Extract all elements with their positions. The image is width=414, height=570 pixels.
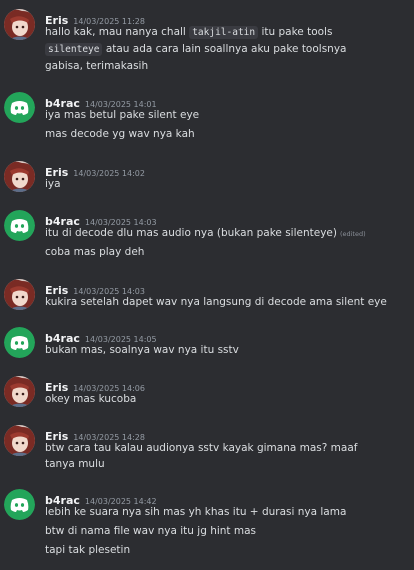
- discord-logo-avatar-icon[interactable]: [4, 327, 35, 358]
- message-group: b4rac 14/03/2025 14:03 itu di decode dlu …: [0, 210, 414, 260]
- anime-avatar-icon[interactable]: [4, 9, 35, 40]
- inline-code: takjil-atin: [189, 26, 259, 39]
- message-group: b4rac 14/03/2025 14:42 lebih ke suara nya…: [0, 489, 414, 564]
- anime-avatar-icon[interactable]: [4, 376, 35, 407]
- discord-logo-avatar-icon[interactable]: [4, 489, 35, 520]
- edited-label: (edited): [339, 230, 366, 238]
- discord-logo-avatar-icon[interactable]: [4, 210, 35, 241]
- anime-avatar-icon[interactable]: [4, 161, 35, 192]
- message-text: tapi tak plesetin: [45, 544, 131, 556]
- message-group: Eris 14/03/2025 14:28 btw cara tau kalau …: [0, 425, 414, 473]
- message-group: b4rac 14/03/2025 14:01 iya mas betul pake…: [0, 92, 414, 142]
- message-text: itu di decode dlu mas audio nya (bukan p…: [45, 227, 366, 239]
- anime-avatar-icon[interactable]: [4, 279, 35, 310]
- message-text: iya mas betul pake silent eye: [45, 109, 200, 121]
- chat-messages: Eris 14/03/2025 11:28 hallo kak, mau nany…: [0, 0, 414, 570]
- message-text: hallo kak, mau nanya chall takjil-atin i…: [45, 26, 333, 39]
- anime-avatar-icon[interactable]: [4, 425, 35, 456]
- message-text: kukira setelah dapet wav nya langsung di…: [45, 296, 387, 308]
- message-text: btw di nama file wav nya itu jg hint mas: [45, 525, 257, 537]
- message-text: gabisa, terimakasih: [45, 60, 149, 72]
- message-text: mas decode yg wav nya kah: [45, 128, 195, 140]
- message-text: bukan mas, soalnya wav nya itu sstv: [45, 344, 239, 356]
- message-group: Eris 14/03/2025 14:06 okey mas kucoba: [0, 376, 414, 408]
- message-group: Eris 14/03/2025 14:02 iya: [0, 161, 414, 193]
- message-group: b4rac 14/03/2025 14:05 bukan mas, soalnya…: [0, 327, 414, 359]
- inline-code: silenteye: [45, 43, 103, 56]
- message-text: lebih ke suara nya sih mas yh khas itu +…: [45, 506, 347, 518]
- message-text: okey mas kucoba: [45, 393, 137, 405]
- discord-logo-avatar-icon[interactable]: [4, 92, 35, 123]
- message-text: coba mas play deh: [45, 246, 145, 258]
- message-group: Eris 14/03/2025 14:03 kukira setelah dape…: [0, 279, 414, 311]
- message-group: Eris 14/03/2025 11:28 hallo kak, mau nany…: [0, 9, 414, 73]
- message-text: btw cara tau kalau audionya sstv kayak g…: [45, 442, 358, 454]
- message-text: tanya mulu: [45, 458, 105, 470]
- message-text: silenteye atau ada cara lain soallnya ak…: [45, 41, 407, 58]
- message-text: iya: [45, 178, 61, 190]
